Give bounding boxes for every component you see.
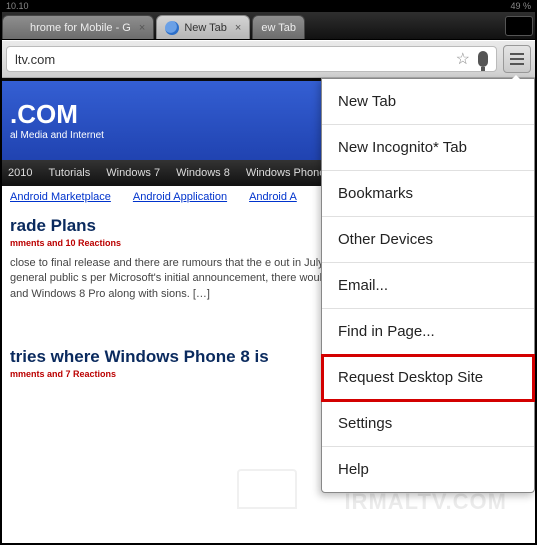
menu-item-find-in-page[interactable]: Find in Page... [322,309,534,355]
menu-item-bookmarks[interactable]: Bookmarks [322,171,534,217]
status-battery: 49 % [510,1,531,11]
voice-search-icon[interactable] [478,51,488,67]
tab-label: New Tab [184,22,227,34]
bookmark-star-icon[interactable]: ☆ [456,49,470,69]
tab-1[interactable]: New Tab × [156,15,250,39]
tab-strip: hrome for Mobile - G × New Tab × ew Tab [0,12,537,40]
overflow-menu: New Tab New Incognito* Tab Bookmarks Oth… [321,78,535,493]
menu-item-new-incognito-tab[interactable]: New Incognito* Tab [322,125,534,171]
menu-item-other-devices[interactable]: Other Devices [322,217,534,263]
subnav-link[interactable]: Android A [249,191,297,203]
menu-item-request-desktop-site[interactable]: Request Desktop Site [322,355,534,401]
url-input[interactable]: ltv.com ☆ [6,46,497,72]
tab-label: hrome for Mobile - G [30,22,131,34]
close-icon[interactable]: × [235,22,241,34]
nav-item[interactable]: Windows Phone [246,167,326,179]
tab-label: ew Tab [261,22,296,34]
menu-item-new-tab[interactable]: New Tab [322,79,534,125]
subnav-link[interactable]: Android Marketplace [10,191,111,203]
tab-2[interactable]: ew Tab [252,15,305,39]
window-switcher-button[interactable] [505,16,533,36]
nav-item[interactable]: 2010 [8,167,32,179]
menu-item-email[interactable]: Email... [322,263,534,309]
favicon-page-icon [11,21,25,35]
tab-0[interactable]: hrome for Mobile - G × [2,15,154,39]
nav-item[interactable]: Windows 8 [176,167,230,179]
close-icon[interactable]: × [139,22,145,34]
url-text: ltv.com [15,52,55,67]
status-time: 10.10 [6,1,29,11]
toolbar: ltv.com ☆ [0,40,537,78]
nav-item[interactable]: Windows 7 [106,167,160,179]
nav-item[interactable]: Tutorials [48,167,90,179]
watermark-laptop-icon [237,469,297,509]
menu-item-help[interactable]: Help [322,447,534,492]
menu-item-settings[interactable]: Settings [322,401,534,447]
status-bar: 10.10 49 % [0,0,537,12]
globe-icon [165,21,179,35]
subnav-link[interactable]: Android Application [133,191,227,203]
